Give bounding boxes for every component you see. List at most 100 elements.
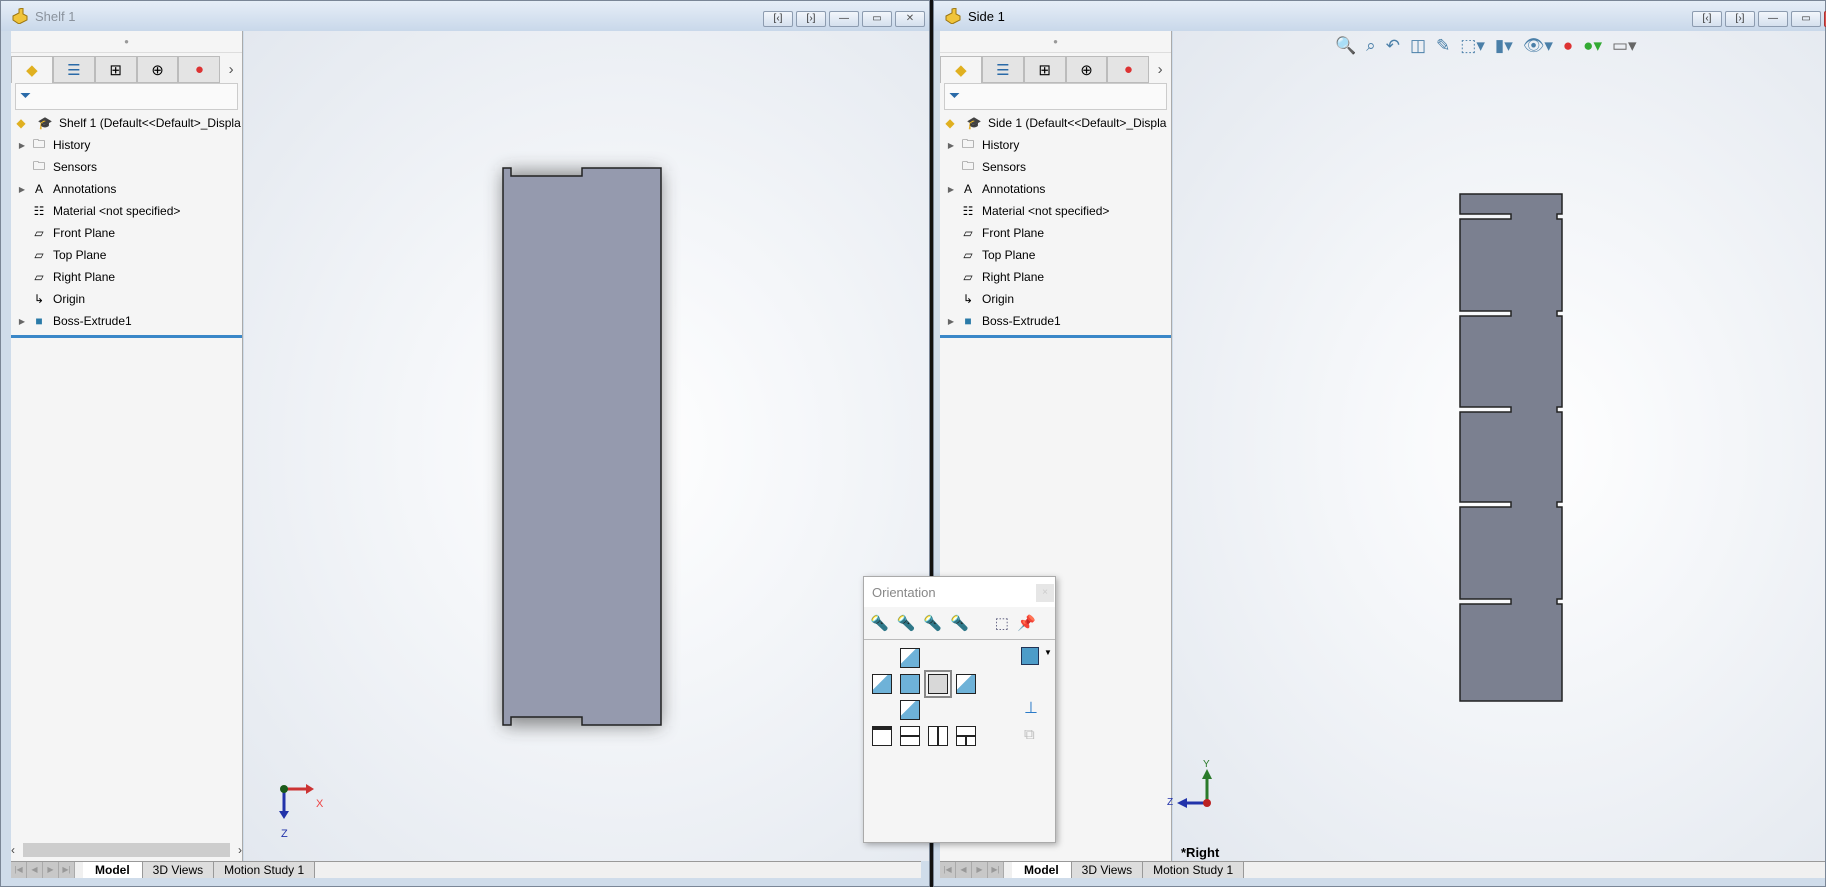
dimxpert-manager-tab[interactable]: ⊕ <box>1065 56 1108 83</box>
tree-item-annotations[interactable]: ▶ A Annotations <box>11 178 242 200</box>
display-manager-tab[interactable]: ● <box>1107 56 1150 83</box>
expand-icon[interactable]: ▶ <box>15 185 29 194</box>
pin-icon[interactable]: 📌 <box>1017 614 1036 632</box>
tab-3d-views[interactable]: 3D Views <box>142 862 215 878</box>
restore-button[interactable]: ▭ <box>862 11 892 27</box>
feature-manager-tab[interactable]: ◆ <box>940 56 982 83</box>
tree-item-material[interactable]: ☷ Material <not specified> <box>11 200 242 222</box>
zoom-view-icon[interactable]: 🔦 <box>923 614 942 632</box>
property-manager-tab[interactable]: ☰ <box>52 56 95 83</box>
right-view-icon[interactable] <box>924 670 952 698</box>
tree-item-history[interactable]: ▶ 🗀 History <box>940 134 1171 156</box>
rollback-bar[interactable] <box>11 335 242 338</box>
panel-grip[interactable]: ● <box>940 31 1171 53</box>
tile-right-button[interactable]: [›] <box>1725 11 1755 27</box>
tab-motion-study[interactable]: Motion Study 1 <box>1143 862 1245 878</box>
four-view-icon[interactable] <box>956 726 976 746</box>
more-tabs-button[interactable]: › <box>1149 56 1171 83</box>
single-view-icon[interactable] <box>872 726 892 746</box>
tree-item-annotations[interactable]: ▶ A Annotations <box>940 178 1171 200</box>
tree-item-right-plane[interactable]: ▱ Right Plane <box>11 266 242 288</box>
tab-model[interactable]: Model <box>1012 862 1072 878</box>
tree-item-origin[interactable]: ↳ Origin <box>940 288 1171 310</box>
list-icon: ☰ <box>996 61 1010 79</box>
filter-box[interactable]: ⏷ <box>944 83 1167 110</box>
feature-tree: ◆ 🎓 Shelf 1 (Default<<Default>_Displa ▶ 🗀 Hi… <box>11 112 242 338</box>
two-view-vertical-icon[interactable] <box>928 726 948 746</box>
tree-root-label: Shelf 1 (Default<<Default>_Displa <box>59 116 241 130</box>
tab-nav-buttons[interactable]: |◀ ◀ ▶ ▶| <box>11 862 75 878</box>
tree-item-material[interactable]: ☷ Material <not specified> <box>940 200 1171 222</box>
tree-root[interactable]: ◆ 🎓 Side 1 (Default<<Default>_Displa <box>940 112 1171 134</box>
tile-left-button[interactable]: [‹] <box>1692 11 1722 27</box>
bottom-view-icon[interactable] <box>900 700 920 720</box>
window-title: Shelf 1 <box>35 9 76 24</box>
view-selector-icon[interactable]: ⬚ <box>995 614 1009 632</box>
expand-icon[interactable]: ▶ <box>944 185 958 194</box>
triad-y-label: Y <box>1203 759 1210 770</box>
expand-icon[interactable]: ▶ <box>944 141 958 150</box>
expand-icon[interactable]: ▶ <box>15 141 29 150</box>
close-button[interactable]: ✕ <box>895 11 925 27</box>
title-bar[interactable]: Side 1 [‹] [›] — ▭ ✕ <box>934 1 1826 31</box>
minimize-button[interactable]: — <box>1758 11 1788 27</box>
bottom-tabs: |◀ ◀ ▶ ▶| Model 3D Views Motion Study 1 <box>940 861 1825 878</box>
tree-item-top-plane[interactable]: ▱ Top Plane <box>940 244 1171 266</box>
scroll-left-icon[interactable]: ‹ <box>11 843 15 857</box>
tree-item-boss-extrude[interactable]: ▶ ■ Boss-Extrude1 <box>940 310 1171 332</box>
isometric-view-icon[interactable] <box>1021 647 1039 665</box>
front-view-icon[interactable] <box>900 674 920 694</box>
normal-to-icon[interactable]: ⊥ <box>1024 698 1038 718</box>
tab-nav-buttons[interactable]: |◀ ◀ ▶ ▶| <box>940 862 1004 878</box>
filter-box[interactable]: ⏷ <box>15 83 238 110</box>
tree-item-boss-extrude[interactable]: ▶ ■ Boss-Extrude1 <box>11 310 242 332</box>
two-view-horizontal-icon[interactable] <box>900 726 920 746</box>
dimxpert-manager-tab[interactable]: ⊕ <box>136 56 179 83</box>
more-tabs-button[interactable]: › <box>220 56 242 83</box>
tree-label: Origin <box>982 292 1015 306</box>
tab-3d-views[interactable]: 3D Views <box>1071 862 1144 878</box>
part-icon: ◆ <box>955 62 967 79</box>
minimize-button[interactable]: — <box>829 11 859 27</box>
reset-view-icon[interactable]: 🔦 <box>950 614 969 632</box>
tree-item-top-plane[interactable]: ▱ Top Plane <box>11 244 242 266</box>
tree-label: Right Plane <box>53 270 116 284</box>
tab-model[interactable]: Model <box>83 862 143 878</box>
dialog-title[interactable]: Orientation <box>864 577 1055 607</box>
graphics-area[interactable]: X Z <box>244 31 929 861</box>
tree-root[interactable]: ◆ 🎓 Shelf 1 (Default<<Default>_Displa <box>11 112 242 134</box>
tree-item-right-plane[interactable]: ▱ Right Plane <box>940 266 1171 288</box>
rollback-bar[interactable] <box>940 335 1171 338</box>
tree-item-front-plane[interactable]: ▱ Front Plane <box>940 222 1171 244</box>
back-view-icon[interactable] <box>956 674 976 694</box>
dropdown-arrow-icon[interactable]: ▼ <box>1044 648 1052 657</box>
scroll-right-icon[interactable]: › <box>238 843 242 857</box>
property-manager-tab[interactable]: ☰ <box>981 56 1024 83</box>
tree-label: Top Plane <box>982 248 1036 262</box>
display-manager-tab[interactable]: ● <box>178 56 221 83</box>
panel-scrollbar[interactable]: ‹ › <box>11 841 242 859</box>
tile-right-button[interactable]: [›] <box>796 11 826 27</box>
tree-item-sensors[interactable]: 🗀 Sensors <box>940 156 1171 178</box>
scroll-thumb[interactable] <box>23 843 230 857</box>
graphics-area[interactable]: 🔍 ⌕ ↶ ◫ ✎ ⬚▾ ▮▾ 👁▾ ● ●▾ ▭▾ Y Z *Right <box>1167 31 1825 861</box>
tree-item-sensors[interactable]: 🗀 Sensors <box>11 156 242 178</box>
tree-item-history[interactable]: ▶ 🗀 History <box>11 134 242 156</box>
configuration-manager-tab[interactable]: ⊞ <box>1023 56 1066 83</box>
update-view-icon[interactable]: 🔦 <box>897 614 916 632</box>
left-view-icon[interactable] <box>872 674 892 694</box>
tile-left-button[interactable]: [‹] <box>763 11 793 27</box>
tree-item-front-plane[interactable]: ▱ Front Plane <box>11 222 242 244</box>
new-view-icon[interactable]: 🔦 <box>870 614 889 632</box>
feature-manager-tab[interactable]: ◆ <box>11 56 53 83</box>
tree-item-origin[interactable]: ↳ Origin <box>11 288 242 310</box>
title-bar[interactable]: Shelf 1 [‹] [›] — ▭ ✕ <box>1 1 929 31</box>
panel-grip[interactable]: ● <box>11 31 242 53</box>
top-view-icon[interactable] <box>900 648 920 668</box>
expand-icon[interactable]: ▶ <box>944 317 958 326</box>
close-button[interactable]: × <box>1036 584 1054 602</box>
tab-motion-study[interactable]: Motion Study 1 <box>214 862 316 878</box>
expand-icon[interactable]: ▶ <box>15 317 29 326</box>
configuration-manager-tab[interactable]: ⊞ <box>94 56 137 83</box>
restore-button[interactable]: ▭ <box>1791 11 1821 27</box>
